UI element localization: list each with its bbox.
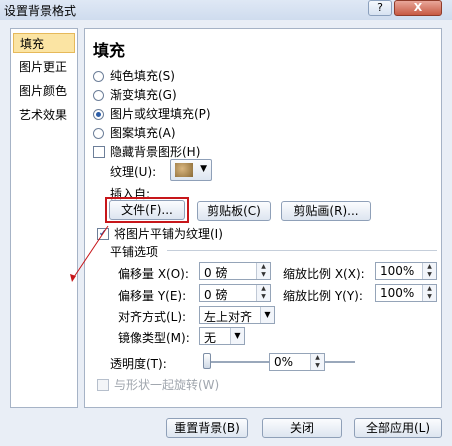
reset-background-button[interactable]: 重置背景(B) — [166, 418, 248, 438]
format-background-dialog: 设置背景格式 ? X 填充 图片更正 图片颜色 艺术效果 填充 纯色填充(S) … — [0, 0, 452, 446]
close-button[interactable]: 关闭 — [262, 418, 342, 438]
annotation-arrow — [70, 225, 109, 282]
apply-to-all-button[interactable]: 全部应用(L) — [354, 418, 442, 438]
